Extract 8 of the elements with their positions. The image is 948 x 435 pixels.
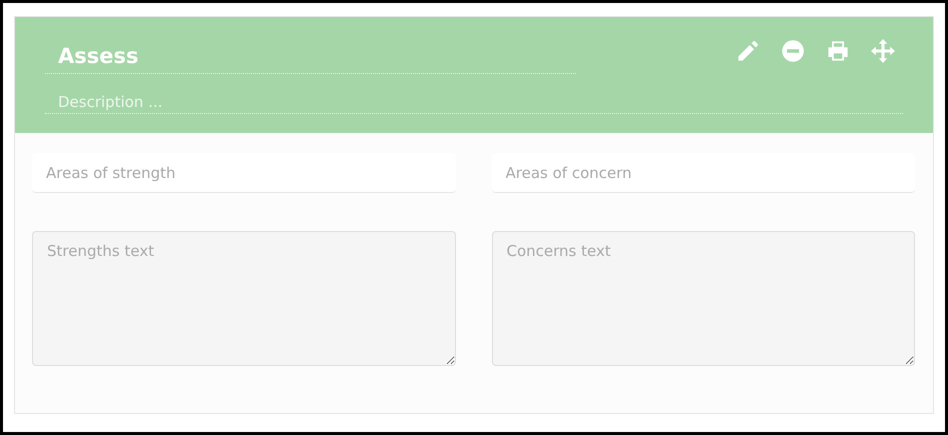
printer-icon[interactable] [826,39,850,63]
title-field[interactable]: Assess [45,39,576,74]
text-area[interactable]: Concerns text [492,231,915,366]
text-area[interactable]: Strengths text [32,231,456,366]
description-field[interactable]: Description ... [45,90,903,114]
move-arrows-icon[interactable] [871,39,895,63]
pencil-icon[interactable] [736,39,760,63]
minus-circle-icon[interactable] [781,39,805,63]
